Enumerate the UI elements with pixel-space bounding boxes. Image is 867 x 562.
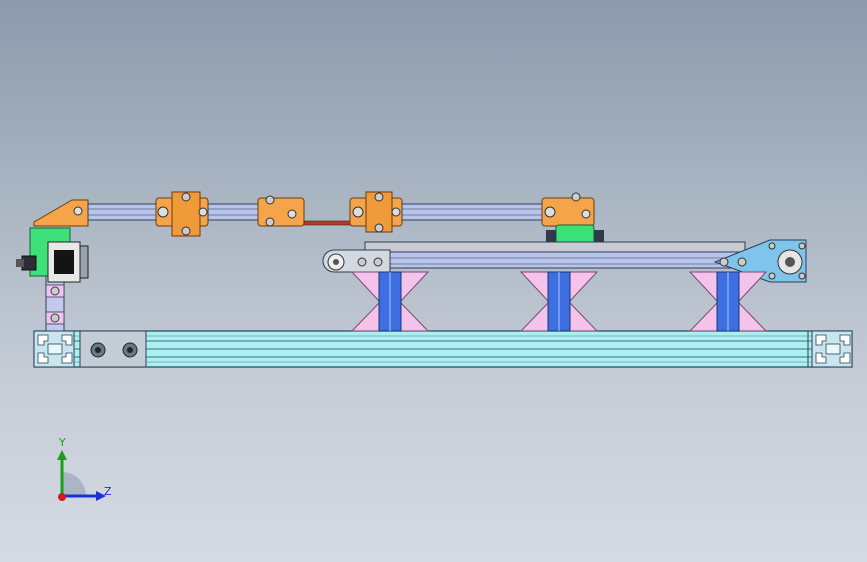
x-axis-dot	[58, 493, 66, 501]
left-idler-plate	[322, 249, 391, 273]
joint-bracket-3[interactable]	[349, 191, 403, 233]
drive-belt	[303, 220, 353, 226]
coordinate-triad[interactable]: Y Z	[40, 436, 130, 516]
base-profile[interactable]	[33, 330, 853, 368]
triad-graphic	[57, 450, 106, 501]
cad-viewport[interactable]: Y Z	[0, 0, 867, 562]
z-axis-label: Z	[104, 485, 112, 498]
support-leg-2	[519, 271, 599, 332]
y-axis-label: Y	[59, 436, 66, 449]
base-right-endcap	[811, 330, 853, 368]
linear-rail[interactable]	[344, 241, 756, 269]
joint-bracket-2[interactable]	[257, 195, 305, 227]
joint-bracket-4[interactable]	[541, 192, 595, 227]
support-leg-3	[688, 271, 768, 332]
upper-arm-link-3[interactable]	[401, 203, 545, 221]
base-left-endcap	[33, 330, 75, 368]
joint-bracket-1[interactable]	[155, 191, 209, 237]
assembly-view[interactable]	[0, 0, 867, 562]
motor-mount-plate	[79, 330, 147, 368]
left-column[interactable]	[45, 275, 65, 332]
left-stepper-motor	[47, 241, 89, 283]
upper-arm-link-1[interactable]	[33, 199, 157, 227]
support-leg-1	[350, 271, 430, 332]
